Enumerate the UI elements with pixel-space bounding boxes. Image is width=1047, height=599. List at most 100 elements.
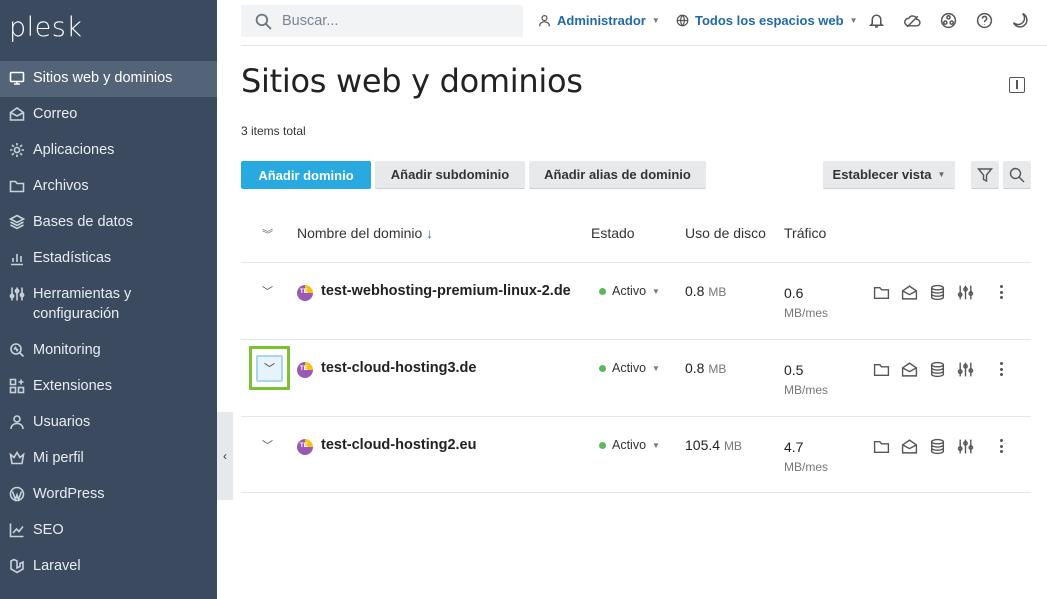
table-row: ﹀ test-cloud-hosting3.de Activo▼ 0.8 MB … (241, 339, 1031, 416)
cloud-icon[interactable] (903, 11, 921, 29)
column-header-domain[interactable]: Nombre del dominio ↓ (297, 225, 433, 241)
site-favicon-icon (297, 439, 313, 455)
laravel-icon (8, 557, 26, 575)
traffic-value: 0.6 (784, 285, 804, 301)
settings-sliders-icon[interactable] (956, 283, 974, 301)
chevron-down-icon: ▼ (651, 16, 660, 25)
row-actions (872, 437, 974, 455)
site-favicon-icon (297, 285, 313, 301)
sidebar-item-seo[interactable]: SEO (0, 513, 217, 549)
table-row: ﹀ test-webhosting-premium-linux-2.de Act… (241, 262, 1031, 339)
sidebar-item-applications[interactable]: Aplicaciones (0, 133, 217, 169)
mail-icon[interactable] (900, 283, 918, 301)
disk-usage-unit: MB (723, 439, 742, 453)
mail-icon (8, 105, 26, 123)
topbar: Buscar... Administrador ▼ Todos los espa… (241, 0, 1047, 46)
sidebar-item-label: Correo (33, 106, 78, 122)
disk-usage: 0.8 MB (685, 283, 726, 299)
folder-icon (8, 177, 26, 195)
traffic-value: 4.7 (784, 439, 804, 455)
status-dot-icon (599, 441, 606, 449)
search-icon (255, 13, 272, 30)
mail-icon[interactable] (900, 360, 918, 378)
filter-icon (977, 167, 993, 182)
database-icon[interactable] (928, 283, 946, 301)
sidebar-item-users[interactable]: Usuarios (0, 405, 217, 441)
traffic-unit: MB/mes (784, 383, 829, 397)
file-manager-icon[interactable] (872, 437, 890, 455)
chevron-down-icon: ▼ (652, 286, 660, 296)
plesk-logo[interactable]: plesk (9, 12, 82, 43)
sidebar-item-label: Sitios web y dominios (33, 70, 173, 86)
sidebar-item-wordpress[interactable]: WordPress (0, 477, 217, 513)
domain-name-link[interactable]: test-webhosting-premium-linux-2.de (321, 281, 571, 301)
disk-usage: 105.4 MB (685, 437, 742, 453)
sidebar-item-laravel[interactable]: Laravel (0, 549, 217, 585)
side-panel-toggle-icon[interactable] (1009, 77, 1025, 93)
database-icon[interactable] (928, 437, 946, 455)
column-header-disk[interactable]: Uso de disco (685, 225, 766, 241)
more-actions-icon[interactable] (995, 283, 1007, 301)
status-label: Activo (612, 284, 647, 298)
user-icon (539, 15, 550, 27)
set-view-button[interactable]: Establecer vista ▼ (823, 161, 955, 189)
more-actions-icon[interactable] (995, 437, 1007, 455)
sidebar-item-mail[interactable]: Correo (0, 97, 217, 133)
sort-arrow-icon: ↓ (426, 226, 433, 241)
sidebar-item-monitoring[interactable]: Monitoring (0, 333, 217, 369)
subscription-selector[interactable]: Todos los espacios web ▼ (676, 13, 858, 28)
community-icon[interactable] (939, 11, 957, 29)
sidebar-collapse-button[interactable]: ‹ (217, 412, 233, 500)
sidebar: plesk Sitios web y dominios Correo Aplic… (0, 0, 217, 599)
expand-row-chevron-icon[interactable]: ﹀ (262, 437, 273, 453)
settings-sliders-icon[interactable] (956, 360, 974, 378)
domain-name-link[interactable]: test-cloud-hosting2.eu (321, 435, 571, 455)
expand-row-chevron-icon[interactable]: ﹀ (262, 283, 273, 299)
filter-button[interactable] (971, 161, 999, 189)
table-search-button[interactable] (1003, 161, 1031, 189)
sidebar-item-websites[interactable]: Sitios web y dominios (0, 61, 217, 97)
sidebar-item-extensions[interactable]: Extensiones (0, 369, 217, 405)
more-actions-icon[interactable] (995, 360, 1007, 378)
chevron-down-icon: ▼ (652, 363, 660, 373)
add-subdomain-button[interactable]: Añadir subdominio (375, 161, 525, 189)
sidebar-item-statistics[interactable]: Estadísticas (0, 241, 217, 277)
help-icon[interactable] (975, 11, 993, 29)
crown-icon (8, 449, 26, 467)
sidebar-nav: Sitios web y dominios Correo Aplicacione… (0, 61, 217, 585)
moon-icon[interactable] (1011, 11, 1029, 29)
sidebar-item-label: Aplicaciones (33, 142, 115, 158)
search-input[interactable]: Buscar... (241, 5, 523, 37)
status-dropdown[interactable]: Activo ▼ (599, 361, 660, 375)
file-manager-icon[interactable] (872, 360, 890, 378)
chevron-down-icon: ▼ (652, 440, 660, 450)
sidebar-item-label: Archivos (33, 178, 89, 194)
status-dot-icon (599, 287, 606, 295)
settings-sliders-icon[interactable] (956, 437, 974, 455)
add-domain-button[interactable]: Añadir dominio (241, 161, 371, 189)
sidebar-item-label: Laravel (33, 558, 81, 574)
user-menu[interactable]: Administrador ▼ (538, 13, 660, 28)
sidebar-item-files[interactable]: Archivos (0, 169, 217, 205)
sidebar-item-label: Mi perfil (33, 450, 84, 466)
column-header-status[interactable]: Estado (591, 225, 635, 241)
domain-name-link[interactable]: test-cloud-hosting3.de (321, 358, 571, 378)
status-dropdown[interactable]: Activo ▼ (599, 438, 660, 452)
row-actions (872, 283, 974, 301)
file-manager-icon[interactable] (872, 283, 890, 301)
add-domain-alias-button[interactable]: Añadir alias de dominio (529, 161, 706, 189)
disk-usage: 0.8 MB (685, 360, 726, 376)
expand-row-chevron-icon[interactable]: ﹀ (256, 354, 283, 382)
sidebar-item-my-profile[interactable]: Mi perfil (0, 441, 217, 477)
expand-all-icon[interactable]: ︾ (262, 226, 273, 242)
database-icon[interactable] (928, 360, 946, 378)
subscription-selector-label: Todos los espacios web (695, 13, 844, 28)
sidebar-item-databases[interactable]: Bases de datos (0, 205, 217, 241)
notifications-icon[interactable] (867, 11, 885, 29)
column-header-traffic[interactable]: Tráfico (784, 225, 826, 241)
mail-icon[interactable] (900, 437, 918, 455)
user-menu-label: Administrador (557, 13, 646, 28)
status-dropdown[interactable]: Activo ▼ (599, 284, 660, 298)
table-row: ﹀ test-cloud-hosting2.eu Activo ▼ 105.4 M… (241, 416, 1031, 493)
sidebar-item-tools-settings[interactable]: Herramientas y configuración (0, 277, 217, 333)
